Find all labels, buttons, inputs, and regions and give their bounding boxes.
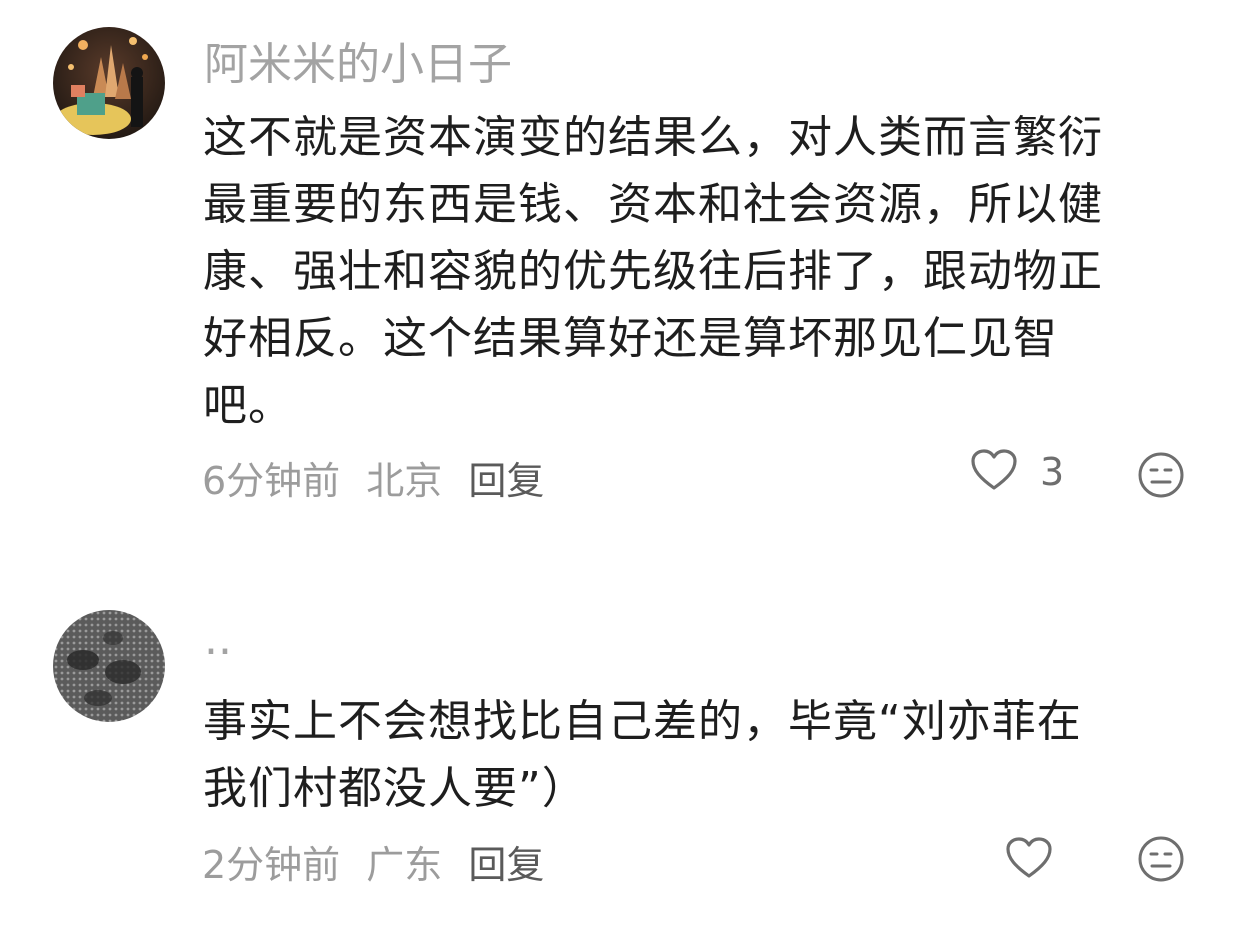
- comment-time: 6分钟前: [202, 459, 341, 503]
- comment-meta: 2分钟前 广东 回复: [202, 834, 558, 889]
- emoji-reaction-button[interactable]: [1137, 835, 1185, 887]
- heart-outline-icon: [970, 448, 1018, 496]
- like-button[interactable]: 3: [970, 448, 1064, 496]
- comment-text-line: 这不就是资本演变的结果么，对人类而言繁衍: [203, 112, 1103, 163]
- comment-text-line: 康、强壮和容貌的优先级往后排了，跟动物正: [203, 246, 1103, 297]
- comment-text-line: 好相反。这个结果算好还是算坏那见仁见智: [203, 313, 1058, 364]
- heart-outline-icon: [1005, 836, 1053, 884]
- username[interactable]: ..: [204, 614, 232, 665]
- neutral-face-icon: [1137, 452, 1185, 503]
- like-count: 3: [1040, 450, 1065, 494]
- username[interactable]: 阿米米的小日子: [204, 28, 512, 92]
- comment-text: 这不就是资本演变的结果么，对人类而言繁衍 最重要的东西是钱、资本和社会资源，所以…: [203, 104, 1203, 439]
- reply-button[interactable]: 回复: [468, 843, 544, 887]
- comment-text-line: 事实上不会想找比自己差的，毕竟“刘亦菲在: [203, 696, 1082, 747]
- comment-text-line: 吧。: [203, 380, 293, 431]
- comment-meta: 6分钟前 北京 回复: [202, 450, 558, 505]
- like-button[interactable]: [1005, 836, 1053, 884]
- user-avatar[interactable]: [53, 27, 165, 139]
- comment-time: 2分钟前: [202, 843, 341, 887]
- comment-location: 广东: [366, 843, 443, 887]
- comment-text-line: 最重要的东西是钱、资本和社会资源，所以健: [203, 179, 1103, 230]
- comment-location: 北京: [366, 459, 443, 503]
- comment-text: 事实上不会想找比自己差的，毕竟“刘亦菲在 我们村都没人要”）: [203, 688, 1203, 822]
- neutral-face-icon: [1137, 836, 1185, 887]
- emoji-reaction-button[interactable]: [1137, 451, 1185, 503]
- user-avatar[interactable]: [53, 610, 165, 722]
- reply-button[interactable]: 回复: [468, 459, 544, 503]
- comment-text-line: 我们村都没人要”）: [203, 763, 587, 814]
